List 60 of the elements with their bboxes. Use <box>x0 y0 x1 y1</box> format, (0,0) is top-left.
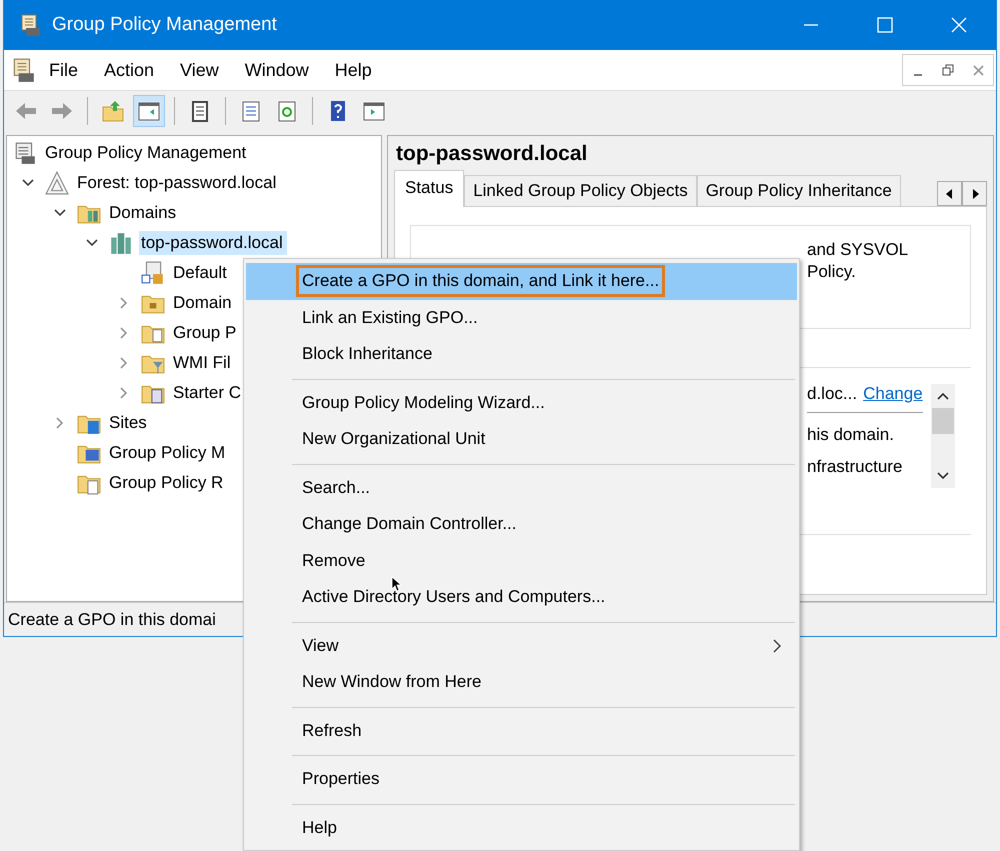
tree-item[interactable]: Group P <box>171 321 240 345</box>
context-menu-item[interactable]: Create a GPO in this domain, and Link it here... <box>246 263 797 300</box>
server-icon <box>109 231 133 255</box>
context-menu-item[interactable]: Search... <box>246 470 797 506</box>
menu-item[interactable]: Help <box>322 56 385 84</box>
details-title: top-password.local <box>395 141 588 167</box>
close-icon <box>972 64 984 76</box>
tree-item[interactable]: Forest: top-password.local <box>75 171 280 195</box>
tab[interactable]: Status <box>394 170 464 207</box>
tree-item[interactable]: Default <box>171 261 231 285</box>
context-menu-item[interactable]: Help <box>246 810 797 846</box>
minimize-icon <box>804 24 818 26</box>
context-menu-item[interactable]: Remove <box>246 542 797 579</box>
context-menu-item[interactable]: New Organizational Unit <box>246 421 797 458</box>
status-bar-text: Create a GPO in this domai <box>8 610 216 630</box>
tree-item[interactable]: Domain <box>171 291 236 315</box>
console-icon <box>13 141 37 165</box>
status-text: his domain. <box>807 425 895 445</box>
context-menu-item[interactable]: Refresh <box>246 712 797 749</box>
context-menu-item[interactable]: Block Inheritance <box>246 336 797 372</box>
left-triangle-icon <box>946 188 954 198</box>
scroll-right-button[interactable] <box>962 181 987 206</box>
menu-item[interactable]: File <box>36 56 92 84</box>
context-menu-item[interactable]: Change Domain Controller... <box>246 506 797 542</box>
scroll-left-button[interactable] <box>937 181 962 206</box>
context-menu-item[interactable]: Link an Existing GPO... <box>246 300 797 336</box>
menu-item[interactable]: Action <box>91 56 168 84</box>
tree-item[interactable]: Group Policy M <box>107 441 230 465</box>
maximize-icon <box>877 17 893 33</box>
tree-item[interactable]: Group Policy Management <box>43 141 250 165</box>
toolbar-button[interactable] <box>133 95 165 127</box>
tree-item[interactable]: WMI Fil <box>171 351 235 375</box>
tree-item[interactable]: Starter C <box>171 381 246 405</box>
status-text: and SYSVOL <box>807 240 910 260</box>
context-menu-item[interactable]: Properties <box>246 761 797 798</box>
tree-item[interactable]: Group Policy R <box>107 471 228 495</box>
context-menu-item[interactable]: Active Directory Users and Computers... <box>246 579 797 616</box>
scroll-thumb[interactable] <box>932 408 954 434</box>
close-icon <box>951 17 967 33</box>
menu-item[interactable]: View <box>167 56 232 84</box>
right-triangle-icon <box>970 188 978 198</box>
status-text: nfrastructure <box>807 457 904 477</box>
change-link[interactable]: Change <box>863 384 923 404</box>
tab[interactable]: Linked Group Policy Objects <box>464 175 697 206</box>
context-menu-item[interactable]: New Window from Here <box>246 664 797 700</box>
folder-up-icon <box>101 99 125 123</box>
triangle-icon <box>45 171 69 195</box>
context-menu-item[interactable]: View <box>246 628 797 664</box>
scrollbar[interactable] <box>930 384 955 488</box>
domain-controller-text: d.loc... <box>807 384 858 404</box>
menu-item[interactable]: Window <box>232 56 322 84</box>
minimize-icon <box>914 74 922 76</box>
restore-icon <box>942 64 954 76</box>
context-menu-item[interactable]: Group Policy Modeling Wizard... <box>246 384 797 421</box>
tree-item[interactable]: Domains <box>107 201 180 225</box>
tab[interactable]: Group Policy Inheritance <box>696 175 901 206</box>
tree-item[interactable]: top-password.local <box>139 231 287 255</box>
tree-item[interactable]: Sites <box>107 411 151 435</box>
window-title: Group Policy Management <box>52 14 277 36</box>
status-text: Policy. <box>807 262 857 282</box>
